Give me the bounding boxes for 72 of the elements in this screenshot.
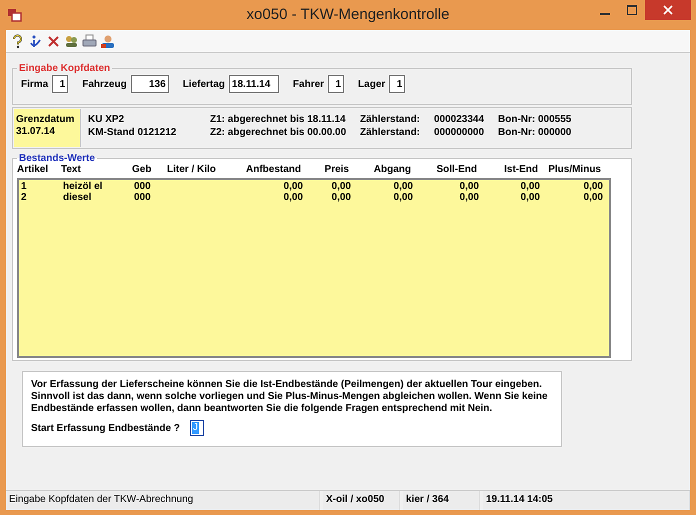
help-icon[interactable] [10,34,25,48]
minimize-icon [600,13,610,15]
settlement-text: Z1: abgerechnet bis 18.11.14 [210,114,347,126]
close-icon [663,5,673,15]
user-icon[interactable] [100,34,115,48]
meter-value: 000000000 [434,127,486,139]
message-text: Vor Erfassung der Lieferscheine können Sie die Ist-Endbestände (Peilmengen) der aktuellen Tour eingeben. Sinnvoll ist das dann, wenn solche vorliegen und Sie Plus-Minus-Mengen abgleichen wollen. Wenn Sie keine Endbestände erfassen wollen, dann beantworten Sie die folgende Fragen entsprechend mit Nein. [31,379,549,415]
table-cell-text: 2 [20,192,28,203]
close-button[interactable] [645,0,691,20]
column-header: Plus/Minus [547,164,601,175]
table-cell-text: heizöl el [63,181,104,192]
meter-label: Zählerstand: [360,114,422,126]
meter-value: 000023344 [434,114,486,126]
column-header: Artikel [17,164,50,175]
status-text: X-oil / xo050 [323,491,400,510]
table-cell-text: 0,00 [520,192,540,203]
table-cell-text: 000 [134,192,152,203]
text-field[interactable]: 136 [130,75,169,93]
maximize-icon [626,5,636,15]
column-header: Ist-End [503,164,538,175]
text-field[interactable]: 1 [52,75,68,93]
column-header: Liter / Kilo [167,164,217,175]
window-title: xo050 - TKW-Mengenkontrolle [246,6,450,23]
table-cell-text: 0,00 [282,181,303,192]
receipt-label: Bon-Nr: [498,114,536,126]
question-label: Start Erfassung Endbestände ? [31,422,180,434]
table-cell-text: 0,00 [330,192,351,203]
text-field[interactable]: 1 [328,75,344,93]
receipt-number: 000555 [538,114,572,126]
field-label: Fahrer [292,78,324,90]
delete-icon[interactable] [46,34,61,48]
table-cell-text: 0,00 [582,181,603,192]
field-label: Liefertag [182,78,225,90]
printer-icon[interactable] [82,34,97,48]
table-cell-text: 0,00 [520,181,540,192]
vehicle-text: KM-Stand 0121212 [88,127,178,139]
text-field[interactable]: 18.11.14 [228,75,279,93]
table-cell-text: 0,00 [582,192,603,203]
column-header: Preis [324,164,349,175]
receipt-label: Bon-Nr: [498,127,536,139]
column-header: Geb [132,164,152,175]
table-cell-text: diesel [63,192,92,203]
status-text: Eingabe Kopfdaten der TKW-Abrechnung [6,491,320,510]
text-field[interactable]: 1 [389,75,406,93]
info-icon[interactable] [28,34,43,48]
column-header: Anfbestand [245,164,301,175]
table-cell-text: 0,00 [330,181,351,192]
column-header: Text [61,164,82,175]
settlement-text: Z2: abgerechnet bis 00.00.00 [210,127,348,139]
field-label: Firma [21,78,48,90]
receipt-number: 000000 [538,127,572,139]
table-cell-text: 000 [134,181,152,192]
column-header: Soll-End [435,164,477,175]
vehicle-text: KU XP2 [88,114,126,126]
table-cell-text: 0,00 [458,192,479,203]
field-label: Fahrzeug [82,78,127,90]
people-icon[interactable] [64,34,79,48]
table-cell-text: 0,00 [392,192,413,203]
table-cell-text: 0,00 [392,181,413,192]
meter-label: Zählerstand: [360,127,422,139]
limit-date: 31.07.14 [16,126,56,138]
group-title: Eingabe Kopfdaten [18,63,112,74]
group-title: Bestands-Werte [19,153,95,164]
table-cell-text: 0,00 [282,192,303,203]
status-text: 19.11.14 14:05 [483,491,690,510]
table-cell-text: 0,00 [458,181,479,192]
field-label: Lager [358,78,386,90]
table-cell-text: 1 [20,181,28,192]
column-header: Abgang [372,164,411,175]
status-text: kier / 364 [403,491,480,510]
limit-label: Grenzdatum [16,114,76,126]
app-icon [8,8,22,22]
